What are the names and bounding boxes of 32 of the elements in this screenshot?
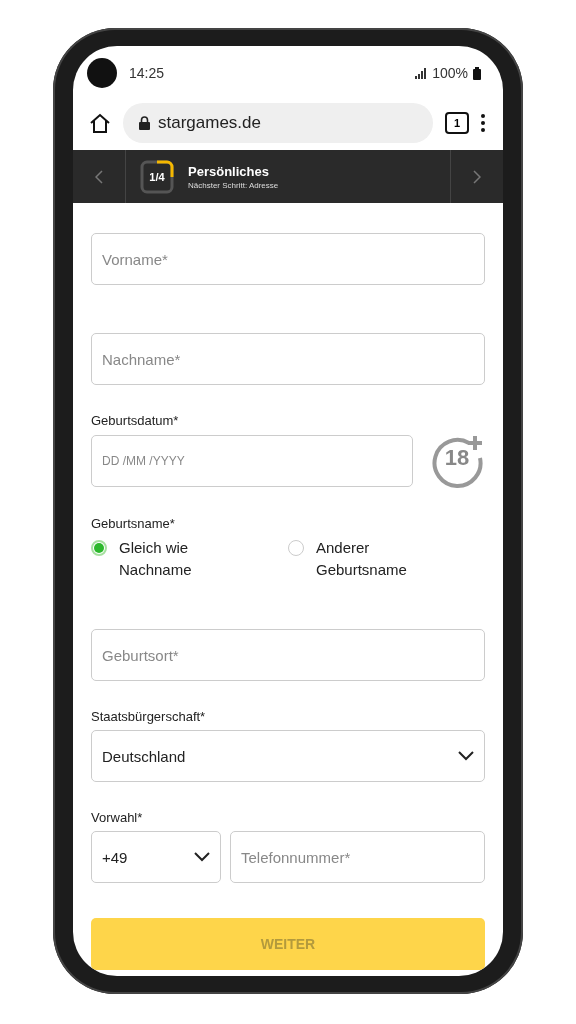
next-step-text: Nächster Schritt: Adresse — [188, 180, 279, 190]
signal-icon — [415, 67, 428, 79]
chevron-left-icon[interactable] — [95, 169, 103, 184]
country-dropdown[interactable]: Deutschland — [91, 730, 485, 782]
radio-option[interactable]: Gleich wie Nachname — [91, 537, 288, 581]
dial-code-dropdown[interactable]: +49 — [91, 831, 221, 883]
field-label: Geburtsdatum* — [91, 413, 180, 428]
battery-icon — [473, 66, 481, 80]
more-icon[interactable] — [481, 114, 485, 132]
phone-field[interactable]: Telefonnummer* — [230, 831, 485, 883]
battery-level: 100% — [432, 65, 468, 81]
camera-icon — [87, 58, 117, 88]
chevron-down-icon — [194, 852, 210, 862]
text-field[interactable]: Nachname* — [91, 333, 485, 385]
chevron-right-icon[interactable] — [473, 169, 481, 184]
plus-circle-icon — [431, 434, 485, 488]
text-field[interactable]: Vorname* — [91, 233, 485, 285]
field-label: Staatsbürgerschaft* — [91, 709, 207, 724]
field-label: Geburtsname* — [91, 516, 176, 531]
home-icon[interactable] — [89, 113, 111, 133]
tab-count-button[interactable]: 1 — [445, 112, 469, 134]
url-text: stargames.de — [158, 113, 261, 133]
date-field[interactable]: DD /MM /YYYY — [91, 435, 413, 487]
clock: 14:25 — [129, 65, 165, 81]
text-field[interactable]: Geburtsort* — [91, 629, 485, 681]
lock-icon — [139, 116, 150, 130]
radio-option[interactable]: Anderer Geburtsname — [288, 537, 485, 581]
field-label: Vorwahl* — [91, 810, 144, 825]
step-title: Persönliches — [188, 163, 270, 179]
age-limit-text: 18 — [443, 445, 471, 471]
chevron-down-icon — [458, 751, 474, 761]
address-bar[interactable]: stargames.de — [123, 103, 433, 143]
